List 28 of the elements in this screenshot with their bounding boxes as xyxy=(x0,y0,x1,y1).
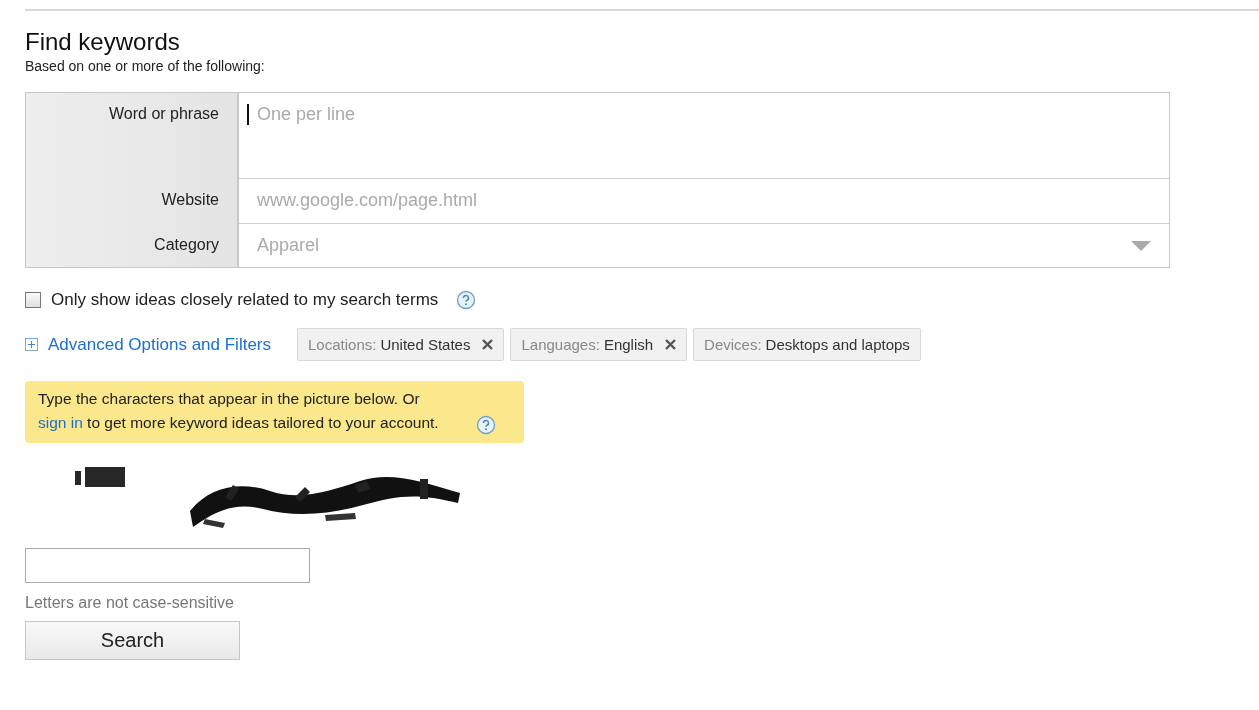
captcha-input-field[interactable] xyxy=(25,548,310,583)
checkbox-label: Only show ideas closely related to my search terms xyxy=(51,290,439,310)
filter-chip[interactable]: Locations: United States xyxy=(297,328,505,361)
notice-text: Type the characters that appear in the picture below. Or sign in to get more keyword ideas tailored to your account. xyxy=(38,389,440,433)
page-title: Find keywords xyxy=(25,28,181,56)
filter-chip[interactable]: Languages: English xyxy=(510,328,688,361)
filter-value: United States xyxy=(380,336,471,353)
search-button[interactable]: Search xyxy=(25,621,240,660)
help-icon[interactable] xyxy=(456,290,477,310)
sign-in-link[interactable]: sign in xyxy=(38,414,83,431)
close-icon[interactable] xyxy=(665,339,677,350)
help-icon[interactable] xyxy=(476,415,496,435)
captcha-hint: Letters are not case-sensitive xyxy=(25,594,235,612)
field-label: Category xyxy=(26,224,239,267)
filter-name: Locations: xyxy=(308,336,377,353)
filter-value: English xyxy=(603,336,654,353)
filter-value: Desktops and laptops xyxy=(765,336,910,353)
field-label: Website xyxy=(26,179,239,224)
field-label: Word or phrase xyxy=(26,93,239,179)
close-icon[interactable] xyxy=(482,339,494,350)
filter-chip[interactable]: Devices: Desktops and laptops xyxy=(693,328,921,361)
expand-icon xyxy=(25,338,38,351)
dropdown-arrow-icon xyxy=(1131,241,1151,251)
page-subtitle: Based on one or more of the following: xyxy=(25,58,266,74)
filter-name: Languages: xyxy=(521,336,600,353)
filter-name: Devices: xyxy=(704,336,762,353)
advanced-options-link[interactable]: Advanced Options and Filters xyxy=(25,334,271,355)
checkbox[interactable] xyxy=(25,292,41,308)
